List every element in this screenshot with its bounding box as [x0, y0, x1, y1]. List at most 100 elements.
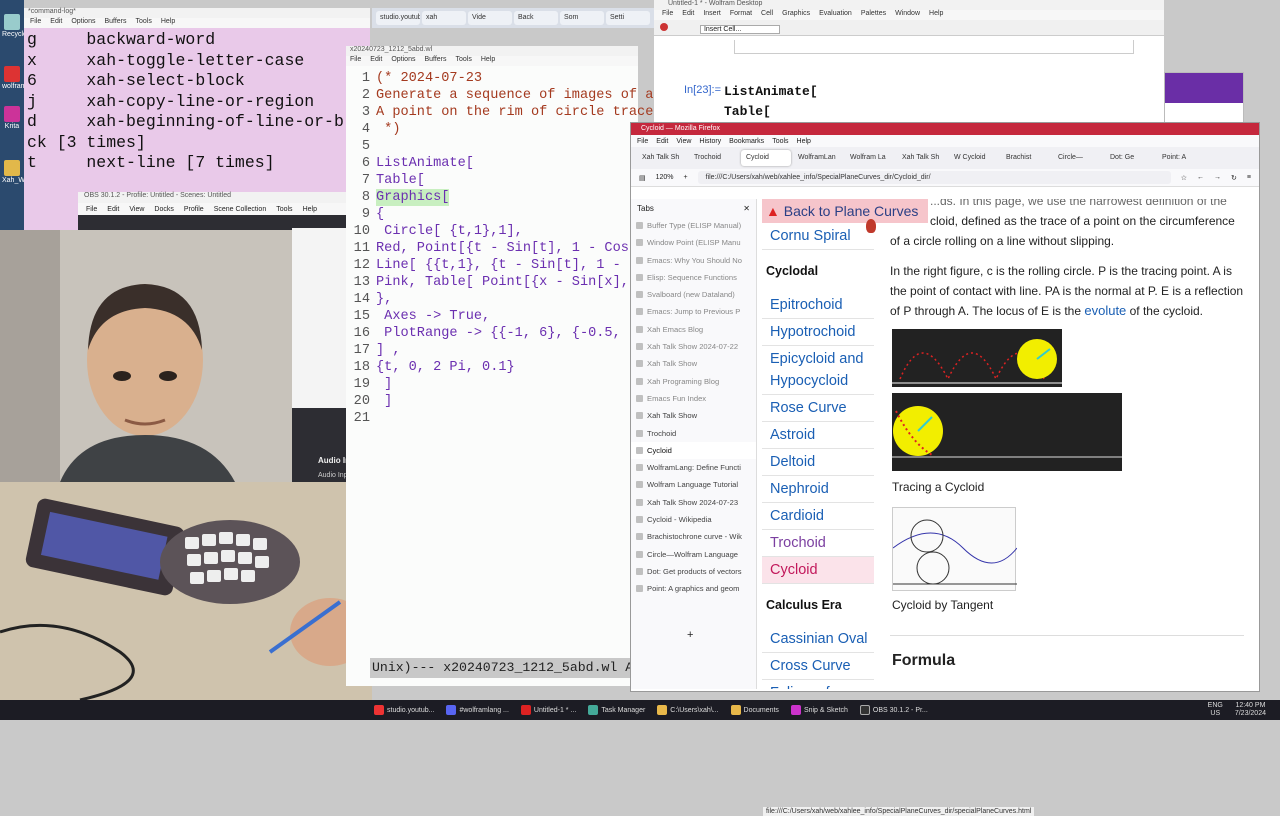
nav-link[interactable]: Hypotrochoid: [762, 319, 874, 346]
code-line[interactable]: 4 *): [346, 121, 638, 138]
wolfram-icon[interactable]: wolfram: [2, 66, 27, 90]
nav-link[interactable]: Epitrochoid: [762, 292, 874, 319]
taskbar-item[interactable]: Snip & Sketch: [787, 703, 852, 717]
zoom-in-icon[interactable]: +: [684, 174, 688, 181]
menu-item[interactable]: Edit: [107, 206, 119, 213]
code-line[interactable]: 14},: [346, 291, 638, 308]
firefox-window[interactable]: Cycloid — Mozilla Firefox File Edit View…: [630, 122, 1260, 816]
evolute-link[interactable]: evolute: [1084, 303, 1126, 318]
sidebar-title[interactable]: Tabs: [637, 204, 654, 213]
menu-item[interactable]: History: [699, 138, 721, 145]
sidebar-tab-item[interactable]: WolframLang: Define Functi: [631, 459, 756, 476]
bookmark-star-icon[interactable]: ☆: [1181, 174, 1187, 182]
code-line[interactable]: 1 (* 2024-07-23: [346, 70, 638, 87]
code-line[interactable]: 13 Pink, Table[ Point[{x - Sin[x],: [346, 274, 638, 291]
browser-tab[interactable]: Som: [560, 11, 604, 25]
clock[interactable]: 12:40 PM 7/23/2024: [1231, 700, 1280, 720]
menu-item[interactable]: View: [129, 206, 144, 213]
menu-item[interactable]: Help: [929, 10, 943, 20]
nav-link[interactable]: Folium of: [762, 680, 874, 689]
nav-link[interactable]: Cross Curve: [762, 653, 874, 680]
taskbar-item[interactable]: Untitled-1 * ...: [517, 703, 580, 717]
browser-tab[interactable]: Circle—: [1053, 150, 1103, 166]
menu-item[interactable]: Evaluation: [819, 10, 852, 20]
menu-item[interactable]: Help: [161, 18, 175, 28]
menu-item[interactable]: Buffers: [424, 56, 446, 66]
code-editor[interactable]: 1 (* 2024-07-23 2 Generate a sequence of im…: [346, 70, 654, 660]
sidebar-tab-item[interactable]: Emacs: Why You Should No: [631, 252, 756, 269]
menu-item[interactable]: Insert: [703, 10, 721, 20]
menu-item[interactable]: Help: [481, 56, 495, 66]
nav-link[interactable]: Deltoid: [762, 449, 874, 476]
emacs-code-window[interactable]: x20240723_1212_5abd.wl File Edit Options…: [346, 46, 654, 686]
browser-tab[interactable]: Point: A: [1157, 150, 1207, 166]
browser-tab[interactable]: Trochoid: [689, 150, 739, 166]
menu-item[interactable]: File: [662, 10, 673, 20]
menu-item[interactable]: Help: [303, 206, 317, 213]
code-line[interactable]: 18 {t, 0, 2 Pi, 0.1}: [346, 359, 638, 376]
menu-item[interactable]: Window: [895, 10, 920, 20]
menu-item[interactable]: Scene Collection: [214, 206, 267, 213]
input-cell[interactable]: ListAnimate[ Table[: [724, 82, 818, 122]
menu-item[interactable]: File: [30, 18, 41, 28]
browser-tab[interactable]: WolframLan: [793, 150, 843, 166]
sidebar-tab-item[interactable]: Dot: Get products of vectors: [631, 563, 756, 580]
menu-item[interactable]: Docks: [154, 206, 173, 213]
menu-item[interactable]: View: [676, 138, 691, 145]
nav-link[interactable]: Cornu Spiral: [762, 223, 874, 250]
browser-tab-active[interactable]: Cycloid: [741, 150, 791, 166]
browser-tab[interactable]: xah: [422, 11, 466, 25]
sidebar-tab-item[interactable]: Xah Programing Blog: [631, 373, 756, 390]
menu-item[interactable]: Tools: [276, 206, 292, 213]
menu-item[interactable]: Edit: [50, 18, 62, 28]
menu-icon[interactable]: ≡: [1247, 174, 1259, 181]
menu-item[interactable]: Edit: [656, 138, 668, 145]
menu-item[interactable]: Graphics: [782, 10, 810, 20]
browser-tab[interactable]: Dot: Ge: [1105, 150, 1155, 166]
sidebar-tab-item[interactable]: Wolfram Language Tutorial: [631, 476, 756, 493]
code-line[interactable]: 7 Table[: [346, 172, 638, 189]
sidebar-tab-item[interactable]: Cycloid - Wikipedia: [631, 511, 756, 528]
nav-link[interactable]: Cycloid: [762, 557, 874, 584]
menu-item[interactable]: File: [637, 138, 648, 145]
close-icon[interactable]: ✕: [743, 204, 750, 213]
menu-item[interactable]: Profile: [184, 206, 204, 213]
cell-style-select[interactable]: Insert Cell...: [699, 25, 780, 34]
taskbar-item[interactable]: Documents: [727, 703, 783, 717]
code-line[interactable]: 17] ,: [346, 342, 638, 359]
reload-icon[interactable]: ↻: [1231, 174, 1237, 182]
menu-item[interactable]: Options: [71, 18, 95, 28]
sidebar-tab-item[interactable]: Point: A graphics and geom: [631, 580, 756, 597]
nav-link[interactable]: Astroid: [762, 422, 874, 449]
sidebar-tab-item[interactable]: Svalboard (new Dataland): [631, 286, 756, 303]
nav-link[interactable]: Cardioid: [762, 503, 874, 530]
browser-tab[interactable]: Xah Talk Sh: [897, 150, 947, 166]
taskbar-item[interactable]: studio.youtub...: [370, 703, 438, 717]
code-line[interactable]: 12 Line[ {{t,1}, {t - Sin[t], 1 -: [346, 257, 638, 274]
browser-tab[interactable]: W Cycloid: [949, 150, 999, 166]
taskbar-item[interactable]: C:\Users\xah\...: [653, 703, 722, 717]
menu-item[interactable]: Cell: [761, 10, 773, 20]
nav-link[interactable]: Cassinian Oval: [762, 626, 874, 653]
code-line[interactable]: 6 ListAnimate[: [346, 155, 638, 172]
folder-icon[interactable]: Xah_W...: [2, 160, 30, 184]
sidebar-tab-item[interactable]: Emacs Fun Index: [631, 390, 756, 407]
wolfram-window[interactable]: Untitled-1 * - Wolfram Desktop File Edit…: [654, 0, 1164, 122]
code-line[interactable]: 11 Red, Point[{t - Sin[t], 1 - Cos: [346, 240, 638, 257]
menu-item[interactable]: Tools: [456, 56, 472, 66]
code-line[interactable]: 5: [346, 138, 638, 155]
sidebar-tab-item[interactable]: Circle—Wolfram Language: [631, 546, 756, 563]
menu-item[interactable]: File: [350, 56, 361, 66]
menu-item[interactable]: Buffers: [104, 18, 126, 28]
taskbar-item[interactable]: Task Manager: [584, 703, 649, 717]
browser-tab[interactable]: studio.youtub: [376, 11, 420, 25]
browser-tab[interactable]: Brachist: [1001, 150, 1051, 166]
menu-item[interactable]: Bookmarks: [729, 138, 764, 145]
menu-item[interactable]: Tools: [136, 18, 152, 28]
forward-arrow-icon[interactable]: →: [1214, 174, 1221, 181]
new-tab-icon[interactable]: +: [687, 629, 693, 641]
sidebar-tab-item[interactable]: Window Point (ELISP Manu: [631, 234, 756, 251]
nav-link[interactable]: Nephroid: [762, 476, 874, 503]
sidebar-tab-item[interactable]: Cycloid: [631, 441, 756, 460]
sidebar-tab-item[interactable]: Xah Talk Show 2024-07-22: [631, 338, 756, 355]
